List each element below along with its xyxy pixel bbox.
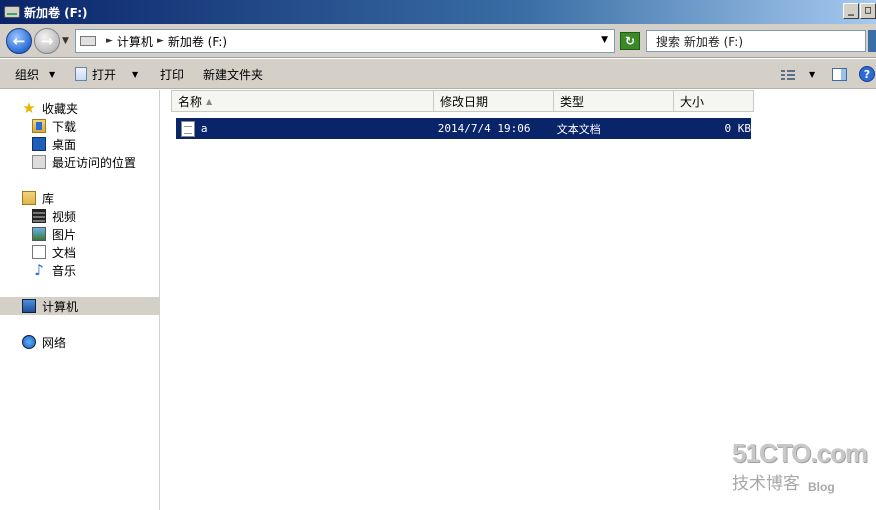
column-name-label: 名称	[178, 94, 203, 109]
organize-label: 组织	[15, 67, 40, 82]
print-label: 打印	[160, 67, 185, 82]
watermark-tagline: 技术博客	[732, 474, 800, 494]
music-note-icon: ♪	[34, 261, 44, 279]
watermark-brand: 51CTO.com	[732, 438, 868, 468]
file-modified: 2014/7/4 19:06	[437, 122, 531, 135]
window-title: 新加卷 (F:)	[24, 5, 88, 20]
column-headers: 名称 ▲ 修改日期 类型 大小	[171, 90, 754, 112]
search-input[interactable]: 搜索 新加卷 (F:)	[646, 30, 866, 52]
watermark-blog: Blog	[808, 480, 835, 494]
drive-icon	[80, 36, 96, 46]
chevron-right-icon[interactable]: ►	[106, 36, 113, 46]
help-icon: ?	[859, 66, 875, 82]
help-button[interactable]: ?	[859, 59, 875, 89]
nav-computer[interactable]: 计算机	[0, 297, 159, 315]
downloads-folder-icon	[32, 119, 46, 133]
nav-network-label: 网络	[42, 335, 67, 350]
new-folder-label: 新建文件夹	[203, 67, 264, 82]
nav-computer-label: 计算机	[42, 299, 79, 314]
watermark-tagline-row: 技术博客 Blog	[732, 469, 872, 494]
address-row: ← → ▼ ► 计算机 ► 新加卷 (F:) ▼ ↻ 搜索 新加卷 (F:)	[0, 24, 876, 58]
open-label: 打开	[92, 67, 117, 82]
refresh-icon: ↻	[624, 34, 636, 48]
picture-icon	[32, 227, 46, 241]
forward-arrow-icon: →	[40, 32, 54, 50]
print-button[interactable]: 打印	[160, 59, 184, 89]
chevron-down-icon: ▼	[809, 69, 816, 79]
nav-favorites-label: 收藏夹	[42, 101, 79, 116]
watermark: 51CTO.com 技术博客 Blog	[732, 438, 872, 498]
chevron-down-icon: ▼	[49, 69, 56, 79]
command-bar: 组织 ▼ 打开 ▼ 打印 新建文件夹 ▼ ?	[0, 59, 876, 89]
forward-button[interactable]: →	[34, 28, 60, 54]
preview-pane-icon	[832, 67, 847, 81]
column-header-type[interactable]: 类型	[554, 90, 674, 112]
drive-icon	[4, 6, 20, 18]
desktop-icon	[32, 137, 46, 151]
views-dropdown[interactable]: ▼	[809, 59, 815, 89]
file-type: 文本文档	[556, 122, 601, 136]
navigation-pane: ★ 收藏夹 下载 桌面 最近访问的位置 库 视频 图片 文档 ♪ 音乐 计算机 …	[0, 90, 160, 510]
nav-network[interactable]: 网络	[22, 333, 180, 351]
recent-pages-dropdown[interactable]: ▼	[62, 36, 72, 46]
file-name: a	[200, 122, 208, 135]
column-header-size[interactable]: 大小	[674, 90, 754, 112]
organize-button[interactable]: 组织 ▼	[15, 59, 55, 89]
chevron-right-icon[interactable]: ►	[157, 36, 164, 46]
nav-downloads-label: 下载	[52, 119, 77, 134]
column-header-modified[interactable]: 修改日期	[434, 90, 554, 112]
chevron-down-icon[interactable]: ▼	[132, 70, 138, 79]
file-size: 0 KB	[724, 122, 751, 135]
nav-music-label: 音乐	[52, 263, 77, 278]
library-folder-icon	[22, 191, 36, 205]
file-row[interactable]: a 2014/7/4 19:06 文本文档 0 KB	[176, 118, 751, 139]
nav-favorites[interactable]: ★ 收藏夹	[22, 99, 180, 117]
recent-places-icon	[32, 155, 46, 169]
column-size-label: 大小	[680, 94, 705, 109]
document-icon	[75, 67, 87, 81]
column-type-label: 类型	[560, 94, 585, 109]
column-modified-label: 修改日期	[440, 94, 489, 109]
star-icon: ★	[22, 99, 36, 117]
nav-desktop-label: 桌面	[52, 137, 77, 152]
minimize-button[interactable]: _	[843, 3, 859, 19]
nav-pictures-label: 图片	[52, 227, 77, 242]
title-bar[interactable]: 新加卷 (F:) _ □	[0, 0, 876, 24]
network-icon	[22, 335, 36, 349]
search-icon[interactable]	[868, 30, 876, 52]
chevron-down-icon[interactable]: ▼	[601, 35, 608, 45]
back-arrow-icon: ←	[12, 32, 26, 50]
nav-libraries[interactable]: 库	[22, 189, 180, 207]
computer-icon	[22, 299, 36, 313]
text-file-icon	[181, 120, 195, 137]
breadcrumb-computer[interactable]: 计算机	[117, 33, 153, 50]
views-button[interactable]	[781, 59, 795, 89]
nav-recent-label: 最近访问的位置	[52, 155, 137, 170]
preview-pane-button[interactable]	[832, 59, 847, 89]
document-icon	[32, 245, 46, 259]
video-icon	[32, 209, 46, 223]
address-bar[interactable]: ► 计算机 ► 新加卷 (F:) ▼	[75, 29, 615, 53]
back-button[interactable]: ←	[6, 28, 32, 54]
new-folder-button[interactable]: 新建文件夹	[203, 59, 263, 89]
sort-ascending-icon: ▲	[206, 96, 213, 106]
breadcrumb-volume[interactable]: 新加卷 (F:)	[168, 33, 227, 50]
nav-libraries-label: 库	[42, 191, 55, 206]
nav-documents-label: 文档	[52, 245, 77, 260]
column-header-name[interactable]: 名称 ▲	[171, 90, 434, 112]
open-button[interactable]: 打开 ▼	[75, 59, 138, 89]
maximize-button[interactable]: □	[860, 3, 876, 19]
refresh-button[interactable]: ↻	[620, 32, 640, 50]
window-controls: _ □	[843, 3, 876, 19]
views-icon	[781, 69, 795, 80]
nav-videos-label: 视频	[52, 209, 77, 224]
